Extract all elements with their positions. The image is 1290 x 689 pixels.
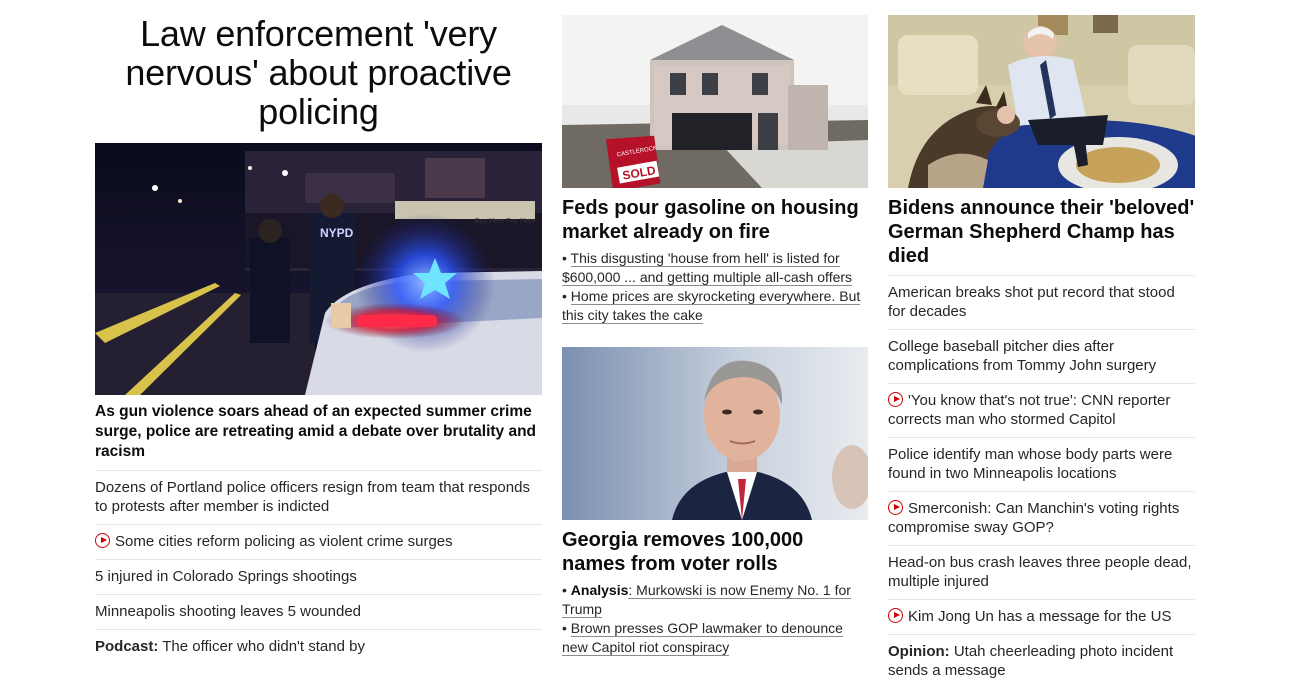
list-item[interactable]: Kim Jong Un has a message for the US (888, 599, 1195, 634)
nypd-label: NYPD (320, 226, 354, 240)
play-video-icon (888, 500, 903, 515)
list-item[interactable]: American breaks shot put record that sto… (888, 275, 1195, 329)
middle-column: CASTLEROCK SOLD Feds pour gasoline on ho… (562, 0, 868, 657)
list-item[interactable]: Dozens of Portland police officers resig… (95, 470, 542, 524)
housing-related-links: • This disgusting 'house from hell' is l… (562, 249, 868, 325)
biden-dog-image[interactable] (888, 15, 1195, 188)
oval-office-illustration (888, 15, 1195, 188)
list-item[interactable]: • This disgusting 'house from hell' is l… (562, 249, 868, 287)
link-text[interactable]: 'You know that's not true': CNN reporter… (888, 392, 1170, 428)
link-text[interactable]: Home prices are skyrocketing everywhere.… (562, 288, 861, 324)
georgia-card: Georgia removes 100,000 names from voter… (562, 347, 868, 657)
left-column: Law enforcement 'very nervous' about pro… (95, 0, 542, 664)
link-text[interactable]: Head-on bus crash leaves three people de… (888, 554, 1192, 590)
house-illustration: CASTLEROCK SOLD (562, 15, 868, 188)
link-text[interactable]: Police identify man whose body parts wer… (888, 446, 1172, 482)
portrait-illustration (562, 347, 868, 520)
main-headline[interactable]: Law enforcement 'very nervous' about pro… (95, 14, 542, 131)
link-text[interactable]: American breaks shot put record that sto… (888, 284, 1175, 320)
list-item[interactable]: Police identify man whose body parts wer… (888, 437, 1195, 491)
list-item[interactable]: 'You know that's not true': CNN reporter… (888, 383, 1195, 437)
list-item[interactable]: 5 injured in Colorado Springs shootings (95, 559, 542, 594)
police-scene-image[interactable]: NYPD Buy Here Pay Here (95, 143, 542, 395)
store-sign-text: Buy Here Pay Here (475, 218, 535, 225)
list-item[interactable]: Podcast: The officer who didn't stand by (95, 629, 542, 664)
lead-story-text[interactable]: As gun violence soars ahead of an expect… (95, 402, 542, 470)
list-item[interactable]: Head-on bus crash leaves three people de… (888, 545, 1195, 599)
left-related-links: Dozens of Portland police officers resig… (95, 470, 542, 664)
georgia-headline[interactable]: Georgia removes 100,000 names from voter… (562, 528, 868, 576)
list-item[interactable]: Smerconish: Can Manchin's voting rights … (888, 491, 1195, 545)
right-related-links: American breaks shot put record that sto… (888, 275, 1195, 688)
biden-dog-headline[interactable]: Bidens announce their 'beloved' German S… (888, 196, 1195, 268)
house-image[interactable]: CASTLEROCK SOLD (562, 15, 868, 188)
right-column: Bidens announce their 'beloved' German S… (888, 0, 1195, 688)
play-video-icon (888, 608, 903, 623)
list-item[interactable]: Some cities reform policing as violent c… (95, 524, 542, 559)
georgia-official-image[interactable] (562, 347, 868, 520)
list-item[interactable]: College baseball pitcher dies after comp… (888, 329, 1195, 383)
link-text[interactable]: College baseball pitcher dies after comp… (888, 338, 1156, 374)
housing-headline[interactable]: Feds pour gasoline on housing market alr… (562, 196, 868, 244)
play-video-icon (95, 533, 110, 548)
link-text[interactable]: Dozens of Portland police officers resig… (95, 479, 530, 515)
list-item[interactable]: • Brown presses GOP lawmaker to denounce… (562, 619, 868, 657)
opinion-label: Opinion: (888, 643, 950, 660)
list-item[interactable]: • Home prices are skyrocketing everywher… (562, 287, 868, 325)
link-text[interactable]: Some cities reform policing as violent c… (115, 533, 453, 550)
georgia-related-links: • Analysis: Murkowski is now Enemy No. 1… (562, 581, 868, 657)
list-item[interactable]: • Analysis: Murkowski is now Enemy No. 1… (562, 581, 868, 619)
link-text[interactable]: The officer who didn't stand by (158, 638, 365, 655)
link-text[interactable]: Smerconish: Can Manchin's voting rights … (888, 500, 1179, 536)
list-item[interactable]: Minneapolis shooting leaves 5 wounded (95, 594, 542, 629)
list-item[interactable]: Opinion: Utah cheerleading photo inciden… (888, 634, 1195, 688)
link-text[interactable]: This disgusting 'house from hell' is lis… (562, 250, 853, 286)
link-text[interactable]: Brown presses GOP lawmaker to denounce n… (562, 620, 843, 656)
analysis-label: Analysis (570, 582, 629, 598)
link-text[interactable]: 5 injured in Colorado Springs shootings (95, 568, 357, 585)
play-video-icon (888, 392, 903, 407)
link-text[interactable]: Kim Jong Un has a message for the US (908, 608, 1171, 625)
police-scene-illustration: NYPD Buy Here Pay Here (95, 143, 542, 395)
link-text[interactable]: Minneapolis shooting leaves 5 wounded (95, 603, 361, 620)
podcast-label: Podcast: (95, 638, 159, 655)
